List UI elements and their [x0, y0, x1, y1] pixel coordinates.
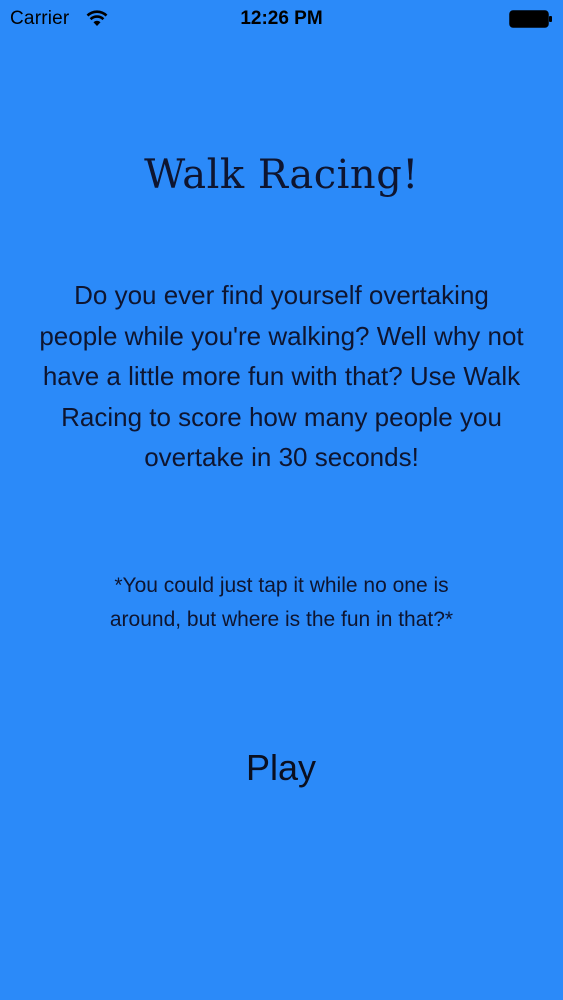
- intro-text: Do you ever find yourself overtaking peo…: [39, 280, 524, 472]
- play-button[interactable]: Play: [206, 740, 356, 796]
- page-title: Walk Racing!: [144, 152, 419, 198]
- note-text: *You could just tap it while no one is a…: [109, 574, 454, 631]
- battery-icon: [509, 10, 553, 28]
- status-time: 12:26 PM: [240, 8, 323, 29]
- status-bar: Carrier 12:26 PM: [0, 0, 563, 40]
